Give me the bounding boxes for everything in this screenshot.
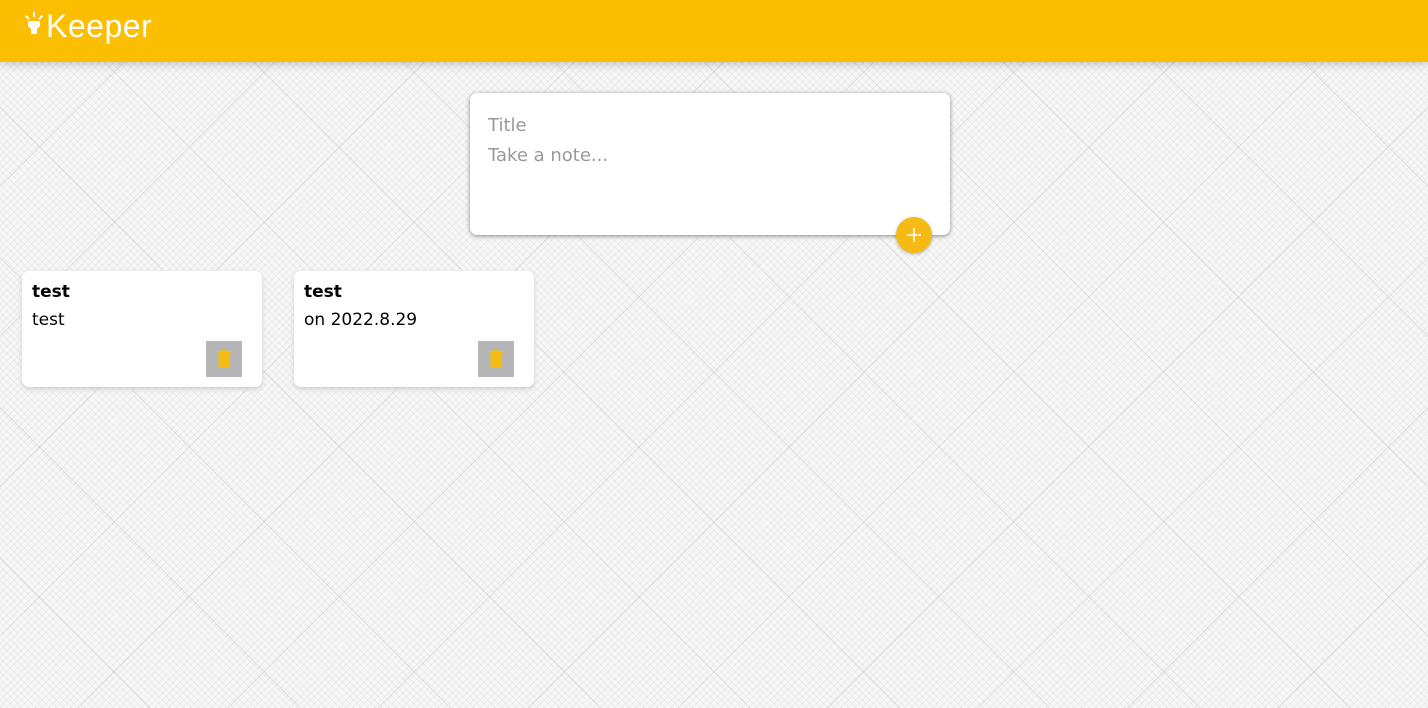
note-title: test — [32, 282, 70, 302]
delete-note-button[interactable] — [206, 341, 242, 377]
app-logo: Keeper — [24, 6, 152, 46]
note-title-input[interactable] — [488, 113, 928, 137]
delete-note-button[interactable] — [478, 341, 514, 377]
trash-icon — [217, 350, 231, 368]
highlight-bulb-icon — [24, 12, 44, 34]
add-note-button[interactable] — [896, 217, 932, 253]
note-title: test — [304, 282, 342, 302]
note-card: test test — [22, 271, 262, 387]
note-content-input[interactable] — [488, 144, 928, 204]
create-note-form — [470, 93, 950, 235]
app-header: Keeper — [0, 0, 1428, 62]
add-icon — [907, 228, 921, 242]
note-card: test on 2022.8.29 — [294, 271, 534, 387]
trash-icon — [489, 350, 503, 368]
note-content: on 2022.8.29 — [304, 310, 418, 330]
app-title: Keeper — [46, 8, 153, 44]
note-content: test — [32, 310, 65, 330]
